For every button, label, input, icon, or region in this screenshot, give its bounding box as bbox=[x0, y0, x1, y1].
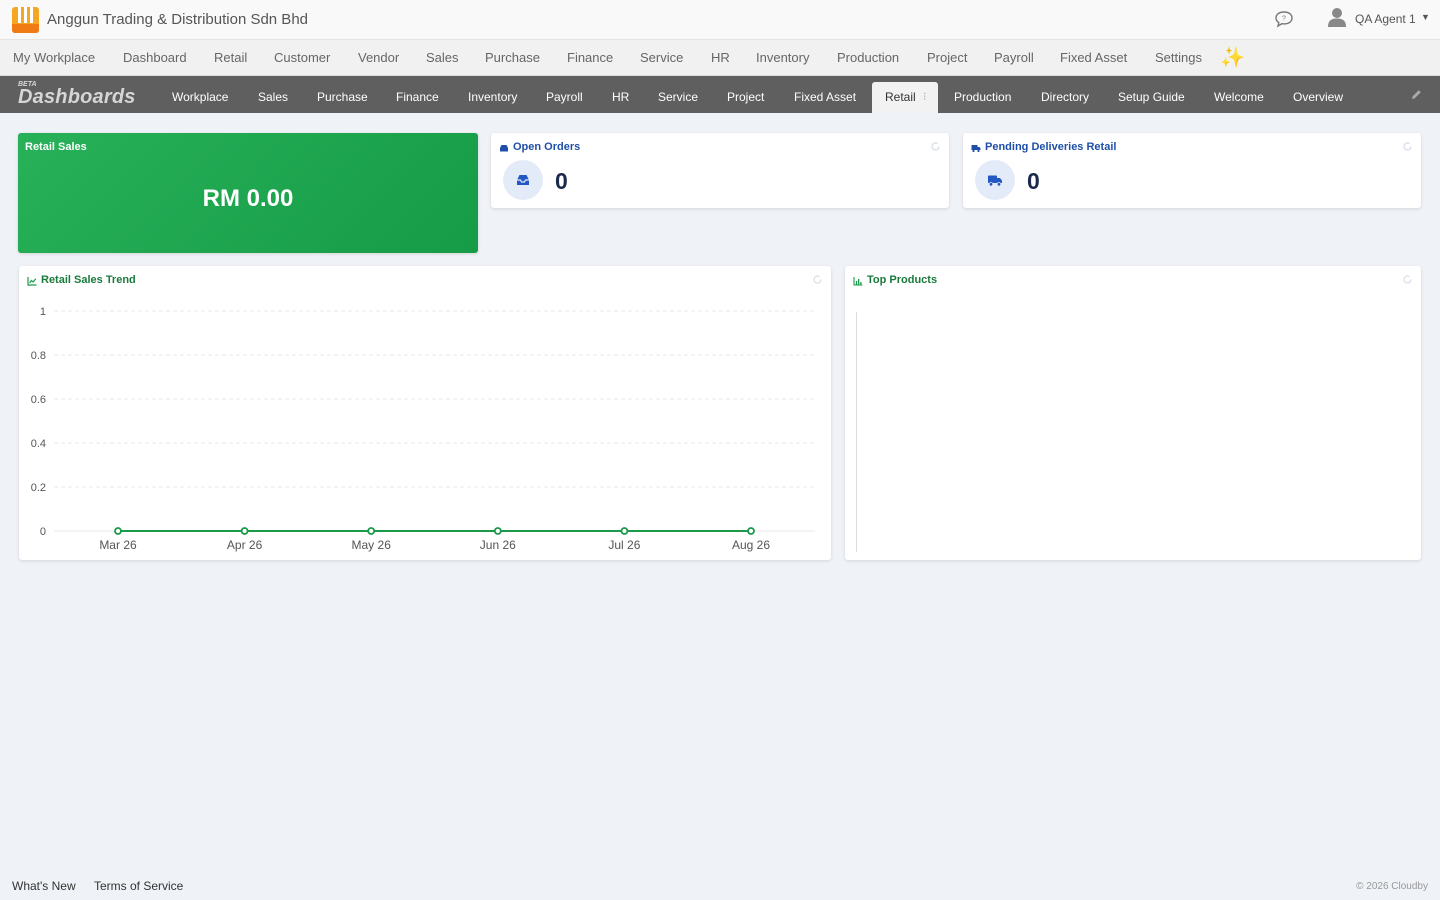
inbox-tray-icon bbox=[517, 175, 529, 185]
open-orders-icon-circle bbox=[503, 160, 543, 200]
retail-sales-title: Retail Sales bbox=[25, 141, 87, 153]
x-tick-label: Jun 26 bbox=[480, 538, 516, 552]
nav-production[interactable]: Production bbox=[837, 50, 899, 65]
data-point bbox=[114, 527, 122, 535]
pending-deliveries-icon-circle bbox=[975, 160, 1015, 200]
top-bar: Anggun Trading & Distribution Sdn Bhd ? … bbox=[0, 0, 1440, 40]
nav-fixed-asset[interactable]: Fixed Asset bbox=[1060, 50, 1127, 65]
nav-retail[interactable]: Retail bbox=[214, 50, 247, 65]
nav-sales[interactable]: Sales bbox=[426, 50, 459, 65]
data-point bbox=[240, 527, 249, 535]
y-tick-label: 0.2 bbox=[31, 482, 46, 494]
pencil-icon[interactable] bbox=[1410, 88, 1423, 101]
tab-welcome[interactable]: Welcome bbox=[1214, 90, 1264, 104]
nav-my-workplace[interactable]: My Workplace bbox=[13, 50, 95, 65]
company-logo[interactable] bbox=[12, 7, 39, 33]
open-orders-title: Open Orders bbox=[513, 141, 581, 153]
main-nav: My Workplace Dashboard Retail Customer V… bbox=[0, 40, 1440, 76]
whats-new-link[interactable]: What's New bbox=[12, 879, 76, 893]
nav-finance[interactable]: Finance bbox=[567, 50, 613, 65]
y-tick-label: 0.8 bbox=[31, 350, 46, 362]
tab-directory[interactable]: Directory bbox=[1041, 90, 1089, 104]
refresh-icon[interactable] bbox=[1402, 141, 1413, 152]
tab-retail-label: Retail bbox=[885, 90, 916, 104]
refresh-icon[interactable] bbox=[1402, 274, 1413, 285]
truck-icon bbox=[971, 145, 981, 153]
nav-payroll[interactable]: Payroll bbox=[994, 50, 1034, 65]
retail-sales-value: RM 0.00 bbox=[202, 185, 294, 212]
sparkle-icon[interactable]: ✨ bbox=[1220, 45, 1245, 70]
tab-production[interactable]: Production bbox=[954, 90, 1011, 104]
copyright: © 2026 Cloudby bbox=[1356, 881, 1428, 892]
nav-project[interactable]: Project bbox=[927, 50, 967, 65]
sales-trend-chart: 1 0.8 0.6 0.4 0.2 0 Mar 26 Apr 26 May 26 Jun 26 Ju… bbox=[31, 306, 815, 552]
company-name[interactable]: Anggun Trading & Distribution Sdn Bhd bbox=[47, 11, 308, 28]
tab-service[interactable]: Service bbox=[658, 90, 698, 104]
tab-retail[interactable]: Retail ⁝ bbox=[872, 82, 938, 113]
top-products-card: Top Products bbox=[845, 266, 1421, 560]
nav-hr[interactable]: HR bbox=[711, 50, 730, 65]
data-point bbox=[620, 527, 629, 535]
top-products-axis bbox=[856, 312, 857, 552]
data-point bbox=[747, 527, 755, 535]
nav-customer[interactable]: Customer bbox=[274, 50, 330, 65]
inbox-icon bbox=[500, 145, 508, 152]
tab-hr[interactable]: HR bbox=[612, 90, 629, 104]
x-tick-label: May 26 bbox=[352, 538, 392, 552]
nav-purchase[interactable]: Purchase bbox=[485, 50, 540, 65]
tab-sales[interactable]: Sales bbox=[258, 90, 288, 104]
y-tick-label: 0.4 bbox=[31, 438, 46, 450]
tab-workplace[interactable]: Workplace bbox=[172, 90, 228, 104]
open-orders-value: 0 bbox=[555, 168, 568, 194]
chevron-down-icon[interactable]: ▼ bbox=[1421, 12, 1430, 22]
user-name[interactable]: QA Agent 1 bbox=[1355, 12, 1416, 26]
terms-link[interactable]: Terms of Service bbox=[94, 879, 183, 893]
refresh-icon[interactable] bbox=[930, 141, 941, 152]
pending-deliveries-title: Pending Deliveries Retail bbox=[985, 141, 1117, 153]
nav-inventory[interactable]: Inventory bbox=[756, 50, 809, 65]
tab-purchase[interactable]: Purchase bbox=[317, 90, 368, 104]
bar-chart-icon bbox=[853, 277, 863, 286]
pending-deliveries-card[interactable]: Pending Deliveries Retail 0 bbox=[963, 133, 1421, 208]
dashboard-tab-bar: BETA Dashboards Workplace Sales Purchase… bbox=[0, 76, 1440, 113]
retail-sales-card[interactable]: Retail Sales RM 0.00 bbox=[18, 133, 478, 253]
tab-fixed-asset[interactable]: Fixed Asset bbox=[794, 90, 856, 104]
x-tick-label: Apr 26 bbox=[227, 538, 263, 552]
nav-settings[interactable]: Settings bbox=[1155, 50, 1202, 65]
tab-project[interactable]: Project bbox=[727, 90, 764, 104]
tab-setup-guide[interactable]: Setup Guide bbox=[1118, 90, 1185, 104]
y-tick-label: 0 bbox=[40, 526, 46, 538]
delivery-truck-icon bbox=[988, 175, 1002, 187]
dashboards-title: Dashboards bbox=[18, 86, 136, 108]
svg-text:?: ? bbox=[1282, 16, 1286, 23]
tab-payroll[interactable]: Payroll bbox=[546, 90, 583, 104]
tab-options-icon[interactable]: ⁝ bbox=[923, 90, 927, 103]
nav-dashboard[interactable]: Dashboard bbox=[123, 50, 187, 65]
x-tick-label: Jul 26 bbox=[608, 538, 640, 552]
user-icon[interactable] bbox=[1326, 6, 1348, 28]
chat-icon[interactable]: ? bbox=[1274, 10, 1294, 28]
top-products-title: Top Products bbox=[867, 274, 938, 286]
tab-finance[interactable]: Finance bbox=[396, 90, 439, 104]
pending-deliveries-value: 0 bbox=[1027, 168, 1040, 194]
nav-service[interactable]: Service bbox=[640, 50, 683, 65]
x-tick-label: Mar 26 bbox=[99, 538, 137, 552]
tab-overview[interactable]: Overview bbox=[1293, 90, 1343, 104]
tab-inventory[interactable]: Inventory bbox=[468, 90, 517, 104]
x-tick-label: Aug 26 bbox=[732, 538, 770, 552]
nav-vendor[interactable]: Vendor bbox=[358, 50, 399, 65]
y-tick-label: 1 bbox=[40, 306, 46, 318]
data-point bbox=[367, 527, 376, 535]
retail-sales-trend-card: Retail Sales Trend 1 0.8 0.6 0.4 0.2 0 Mar 26 A… bbox=[19, 266, 831, 560]
data-point bbox=[493, 527, 502, 535]
open-orders-card[interactable]: Open Orders 0 bbox=[491, 133, 949, 208]
y-tick-label: 0.6 bbox=[31, 394, 46, 406]
